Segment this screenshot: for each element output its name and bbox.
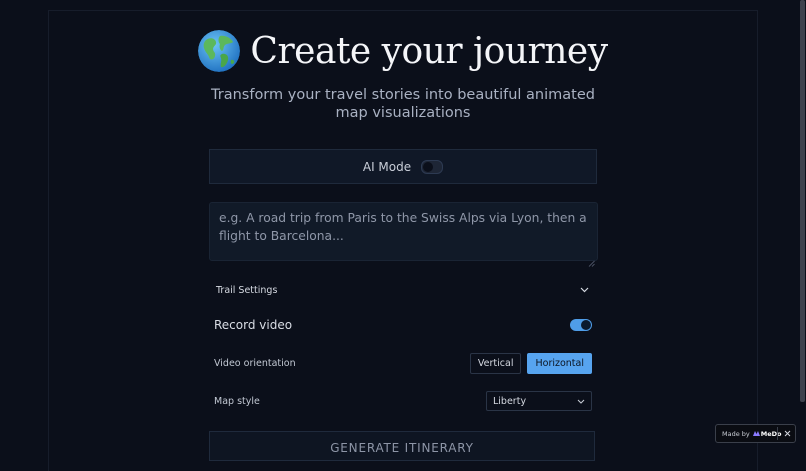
orientation-segmented-control: Vertical Horizontal [469,353,592,374]
ai-mode-panel: AI Mode [209,149,597,184]
badge-divider [777,427,778,440]
map-style-select[interactable]: Liberty [486,391,592,411]
medo-brand-name: MeDo [760,429,782,438]
orientation-horizontal-button[interactable]: Horizontal [527,353,592,374]
record-video-toggle[interactable] [570,319,592,331]
chevron-down-icon [577,396,585,407]
map-style-row: Map style Liberty [214,391,592,411]
page-scrollbar[interactable] [799,0,806,453]
chevron-down-icon [580,285,589,296]
page-subtitle: Transform your travel stories into beaut… [211,87,595,121]
trail-settings-toggle[interactable]: Trail Settings [216,282,589,298]
made-by-prefix: Made by [722,429,750,438]
generate-itinerary-button[interactable]: GENERATE ITINERARY [209,431,595,461]
journey-description-input[interactable] [209,202,598,261]
video-orientation-row: Video orientation Vertical Horizontal [214,353,592,374]
record-video-label: Record video [214,318,293,332]
map-style-label: Map style [214,395,260,407]
scrollbar-thumb[interactable] [800,0,805,402]
medo-mark-icon [752,431,760,436]
ai-mode-toggle[interactable] [421,159,444,174]
page-title: Create your journey [250,30,608,72]
orientation-vertical-button[interactable]: Vertical [469,353,522,374]
made-by-badge[interactable]: Made by MeDo [715,424,796,443]
globe-icon [198,30,241,72]
map-style-value: Liberty [493,395,527,407]
page-header: Create your journey [0,30,806,72]
record-video-row: Record video [214,318,592,332]
resize-handle-icon[interactable] [588,252,595,267]
close-icon[interactable] [783,429,792,438]
ai-mode-label: AI Mode [362,159,412,174]
trail-settings-label: Trail Settings [216,284,278,296]
made-by-text: Made by MeDo [716,430,782,438]
video-orientation-label: Video orientation [214,358,296,369]
